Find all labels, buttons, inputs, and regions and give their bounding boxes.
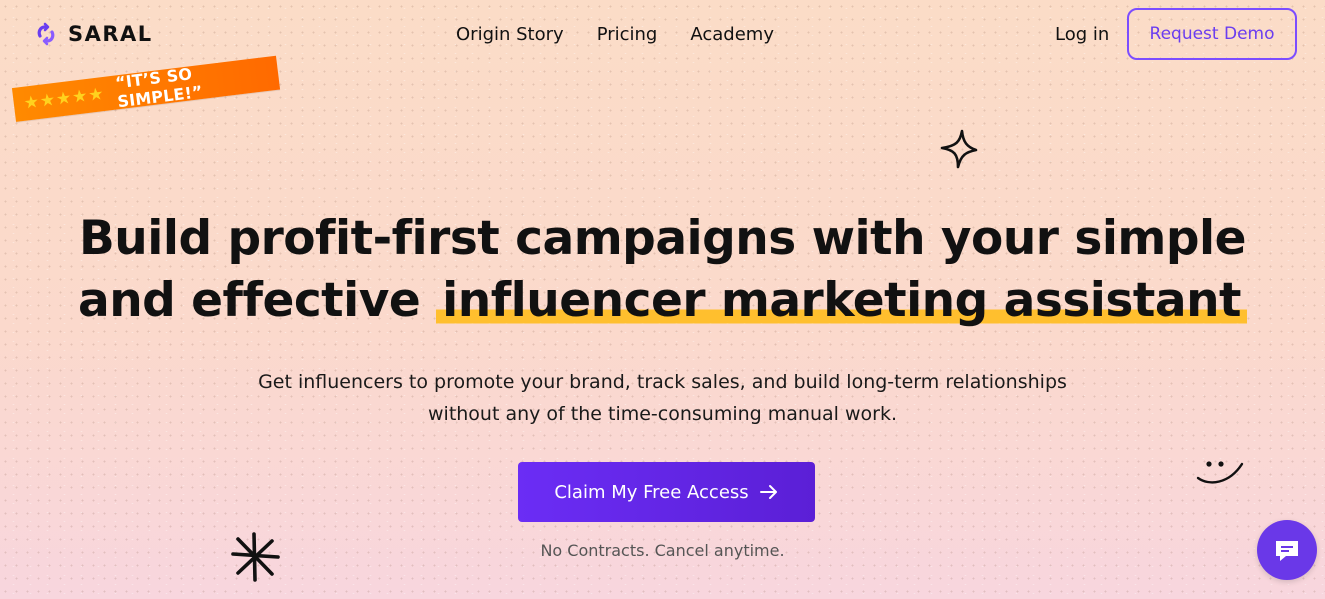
no-contracts-note: No Contracts. Cancel anytime. [540,541,785,560]
nav-link-pricing[interactable]: Pricing [597,24,658,45]
chat-widget-button[interactable] [1257,520,1317,580]
nav-links: Origin Story Pricing Academy [456,24,774,45]
smiley-doodle-icon [1196,461,1244,484]
nav-link-origin-story[interactable]: Origin Story [456,24,564,45]
nav-link-academy[interactable]: Academy [690,24,774,45]
claim-free-access-button[interactable]: Claim My Free Access [518,462,815,522]
login-link[interactable]: Log in [1055,24,1109,45]
logo-link[interactable]: SARAL [34,22,153,46]
cta-label: Claim My Free Access [554,481,749,503]
headline-line-2-prefix: and effective [77,273,421,328]
headline-line-1: Build profit-first campaigns with your s… [78,211,1247,266]
request-demo-button[interactable]: Request Demo [1127,8,1297,60]
hero-subtitle: Get influencers to promote your brand, t… [0,366,1325,430]
rating-stars-icon: ★★★★★ [22,83,106,113]
subtitle-line-2: without any of the time-consuming manual… [428,403,897,425]
chat-bubble-icon [1276,541,1298,561]
logo-text: SARAL [68,22,153,46]
saral-logo-icon [37,22,55,46]
arrow-right-icon [759,485,777,499]
sparkle-doodle-icon [940,129,978,169]
headline-highlight: influencer marketing assistant [436,273,1248,328]
hero-headline: Build profit-first campaigns with your s… [0,208,1325,332]
subtitle-line-1: Get influencers to promote your brand, t… [258,371,1067,393]
top-navigation: SARAL Origin Story Pricing Academy Log i… [0,0,1325,72]
